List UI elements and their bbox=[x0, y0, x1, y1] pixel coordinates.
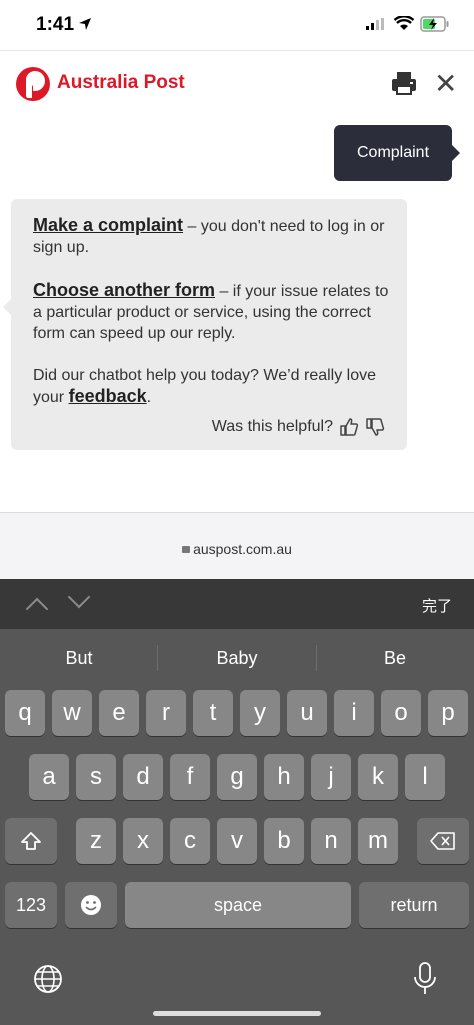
wifi-icon bbox=[394, 16, 414, 30]
status-bar: 1:41 bbox=[0, 0, 474, 50]
globe-icon[interactable] bbox=[33, 964, 63, 994]
other-form-paragraph: Choose another form – if your issue rela… bbox=[33, 280, 393, 344]
key-d[interactable]: d bbox=[123, 754, 163, 800]
key-q[interactable]: q bbox=[5, 690, 45, 736]
feedback-paragraph: Did our chatbot help you today? We’d rea… bbox=[33, 365, 393, 408]
key-c[interactable]: c bbox=[170, 818, 210, 864]
key-u[interactable]: u bbox=[287, 690, 327, 736]
numbers-key[interactable]: 123 bbox=[5, 882, 57, 928]
key-a[interactable]: a bbox=[29, 754, 69, 800]
key-f[interactable]: f bbox=[170, 754, 210, 800]
keyboard-toolbar: 完了 bbox=[0, 579, 474, 629]
key-g[interactable]: g bbox=[217, 754, 257, 800]
previous-field-chevron-up-icon[interactable] bbox=[25, 597, 49, 621]
key-z[interactable]: z bbox=[76, 818, 116, 864]
key-s[interactable]: s bbox=[76, 754, 116, 800]
done-button[interactable]: 完了 bbox=[422, 595, 452, 616]
key-p[interactable]: p bbox=[428, 690, 468, 736]
close-button[interactable]: ✕ bbox=[434, 70, 457, 98]
key-n[interactable]: n bbox=[311, 818, 351, 864]
choose-another-form-link[interactable]: Choose another form bbox=[33, 280, 215, 300]
key-m[interactable]: m bbox=[358, 818, 398, 864]
key-y[interactable]: y bbox=[240, 690, 280, 736]
key-i[interactable]: i bbox=[334, 690, 374, 736]
status-time: 1:41 bbox=[36, 14, 75, 35]
key-x[interactable]: x bbox=[123, 818, 163, 864]
key-w[interactable]: w bbox=[52, 690, 92, 736]
key-j[interactable]: j bbox=[311, 754, 351, 800]
space-key[interactable]: space bbox=[125, 882, 351, 928]
delete-key[interactable] bbox=[417, 818, 469, 864]
user-message-bubble: Complaint bbox=[334, 125, 460, 181]
helpful-label: Was this helpful? bbox=[211, 418, 333, 435]
microphone-icon[interactable] bbox=[413, 962, 437, 996]
key-r[interactable]: r bbox=[146, 690, 186, 736]
suggestion-3[interactable]: Be bbox=[316, 629, 474, 687]
key-k[interactable]: k bbox=[358, 754, 398, 800]
location-arrow-icon bbox=[79, 18, 91, 30]
cellular-signal-icon bbox=[366, 18, 384, 30]
keyboard: But Baby Be q w e r t y u i o p a s d f … bbox=[0, 629, 474, 1025]
battery-charging-icon bbox=[420, 16, 449, 32]
next-field-chevron-down-icon[interactable] bbox=[67, 585, 91, 609]
key-v[interactable]: v bbox=[217, 818, 257, 864]
emoji-key[interactable] bbox=[65, 882, 117, 928]
thumbs-up-icon[interactable] bbox=[339, 417, 359, 437]
key-l[interactable]: l bbox=[405, 754, 445, 800]
url-display[interactable]: auspost.com.au bbox=[0, 541, 474, 557]
shift-icon bbox=[21, 832, 41, 850]
chat-area: Complaint Make a complaint – you don't n… bbox=[0, 117, 474, 512]
thumbs-down-icon[interactable] bbox=[365, 417, 385, 437]
user-message-text: Complaint bbox=[356, 144, 430, 161]
return-key[interactable]: return bbox=[359, 882, 469, 928]
emoji-icon bbox=[81, 895, 101, 915]
make-complaint-link[interactable]: Make a complaint bbox=[33, 215, 183, 235]
home-indicator bbox=[153, 1011, 321, 1016]
feedback-text-end: . bbox=[146, 389, 152, 406]
complaint-paragraph: Make a complaint – you don't need to log… bbox=[33, 215, 393, 258]
bot-message-bubble: Make a complaint – you don't need to log… bbox=[3, 199, 407, 450]
brand-name: Australia Post bbox=[57, 72, 185, 93]
feedback-link[interactable]: feedback bbox=[69, 386, 147, 406]
url-text: auspost.com.au bbox=[193, 541, 292, 557]
australia-post-logo-icon bbox=[16, 67, 50, 101]
shift-key[interactable] bbox=[5, 818, 57, 864]
suggestion-2[interactable]: Baby bbox=[158, 629, 316, 687]
suggestion-1[interactable]: But bbox=[0, 629, 158, 687]
print-icon[interactable] bbox=[390, 71, 418, 95]
lock-icon bbox=[182, 546, 191, 553]
key-t[interactable]: t bbox=[193, 690, 233, 736]
key-b[interactable]: b bbox=[264, 818, 304, 864]
backspace-icon bbox=[430, 832, 455, 850]
key-e[interactable]: e bbox=[99, 690, 139, 736]
key-o[interactable]: o bbox=[381, 690, 421, 736]
browser-address-bar[interactable]: auspost.com.au bbox=[0, 512, 474, 579]
key-h[interactable]: h bbox=[264, 754, 304, 800]
helpful-row: Was this helpful? bbox=[212, 416, 385, 437]
chat-header: Australia Post ✕ bbox=[0, 50, 474, 117]
